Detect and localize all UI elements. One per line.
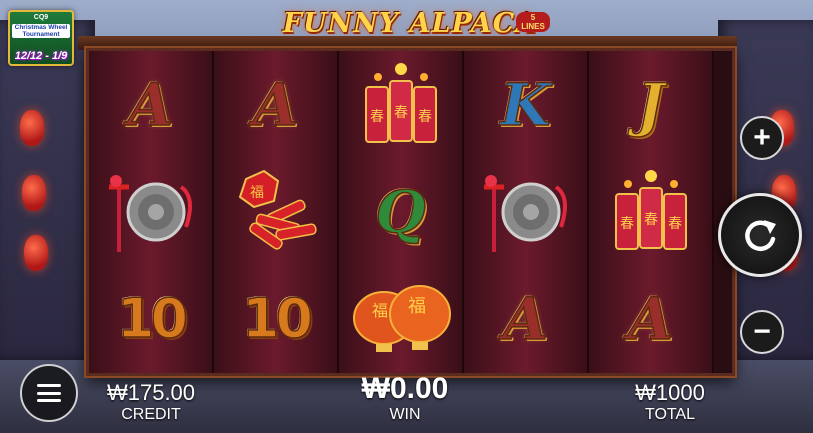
credit-label: CREDIT	[121, 406, 181, 423]
reel-3: 春 春 春 Q 福 福	[339, 51, 464, 373]
symbol-10: 10	[116, 286, 189, 351]
symbol-j: J	[636, 70, 665, 140]
reel-cell: 10	[214, 265, 337, 372]
reel-4: K A	[464, 51, 589, 373]
increase-bet-button[interactable]: +	[740, 116, 784, 160]
reel-cell	[464, 158, 587, 265]
reel-1: A 10	[89, 51, 214, 373]
credit-value: ₩175.00	[106, 380, 196, 405]
svg-text:春: 春	[418, 109, 432, 125]
reel-cell: 春 春 春	[589, 158, 712, 265]
firecrackers-icon: 春 春 春	[614, 170, 687, 250]
svg-text:福: 福	[250, 185, 264, 201]
total-bet-display: ₩1000 TOTAL	[620, 380, 720, 424]
symbol-q: Q	[374, 177, 426, 247]
background-lantern	[24, 235, 48, 271]
reel-cell: J	[589, 51, 712, 158]
symbol-10: 10	[241, 286, 314, 351]
hamburger-menu-icon	[37, 384, 61, 402]
svg-text:福: 福	[372, 301, 388, 320]
total-label: TOTAL	[644, 406, 696, 423]
symbol-a: A	[502, 284, 549, 354]
firecrackers-icon: 春 春 春	[364, 63, 437, 143]
promo-text: Christmas Wheel Tournament	[12, 24, 70, 38]
symbol-a: A	[252, 70, 299, 140]
minus-icon: −	[753, 315, 771, 348]
credit-display: ₩175.00 CREDIT	[96, 380, 206, 424]
svg-text:春: 春	[644, 212, 658, 228]
gong-icon	[483, 174, 567, 252]
reel-cell: A	[214, 51, 337, 158]
decrease-bet-button[interactable]: −	[740, 310, 784, 354]
reel-cell	[89, 158, 212, 265]
promo-dates: 12/12 - 1/9	[14, 50, 68, 62]
win-value: ₩0.00	[361, 372, 449, 405]
left-building	[0, 20, 95, 360]
reel-cell: 福 福	[339, 265, 462, 372]
svg-text:福: 福	[408, 296, 426, 317]
spin-button[interactable]	[718, 193, 802, 277]
reel-2: A 福 10	[214, 51, 339, 373]
background-lantern	[20, 110, 44, 146]
lines-badge: 5 LINES	[516, 12, 550, 32]
tournament-promo[interactable]: CQ9 Christmas Wheel Tournament 12/12 - 1…	[8, 10, 74, 66]
reel-cell: 10	[89, 265, 212, 372]
reel-5: J 春 春 春 A	[589, 51, 714, 373]
lanterns-icon: 福 福	[352, 284, 451, 352]
menu-button[interactable]	[20, 364, 78, 422]
symbol-k: K	[500, 70, 552, 140]
plus-icon: +	[753, 121, 771, 154]
reel-cell: 春 春 春	[339, 51, 462, 158]
svg-text:春: 春	[370, 109, 384, 125]
reel-cell: A	[89, 51, 212, 158]
win-display: ₩0.00 WIN	[340, 372, 470, 424]
reel-cell: K	[464, 51, 587, 158]
firecracker-bundle-icon: 福	[238, 169, 317, 250]
reel-frame: A 10 A 福 10 春 春 春 Q 福 福 K A J 春 春 春 A	[86, 48, 735, 376]
reel-cell: 福	[214, 158, 337, 265]
svg-text:春: 春	[668, 216, 682, 232]
svg-text:春: 春	[394, 105, 408, 121]
game-title: FUNNY ALPACA	[282, 8, 538, 39]
reel-cell: Q	[339, 158, 462, 265]
symbol-a: A	[127, 70, 174, 140]
total-value: ₩1000	[635, 380, 705, 405]
background-lantern	[22, 175, 46, 211]
reel-cell: A	[464, 265, 587, 372]
win-label: WIN	[389, 406, 421, 423]
symbol-a: A	[627, 284, 674, 354]
gong-icon	[108, 174, 192, 252]
promo-header: CQ9	[33, 14, 49, 21]
spin-icon	[745, 220, 776, 251]
reel-cell: A	[589, 265, 712, 372]
svg-text:春: 春	[620, 216, 634, 232]
